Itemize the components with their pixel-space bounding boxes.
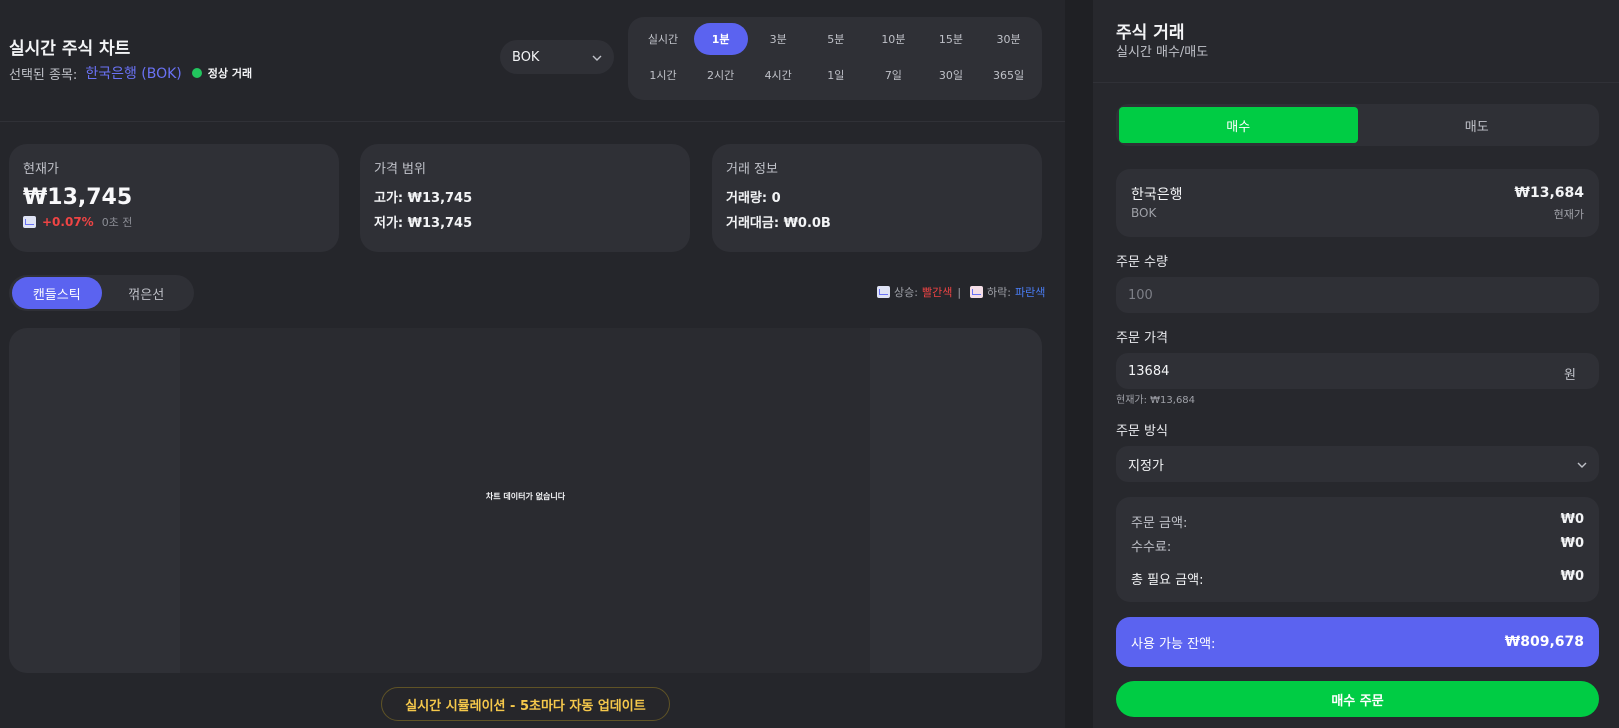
stock-name: 한국은행 bbox=[1131, 187, 1183, 203]
chart-panel: 실시간 주식 차트 선택된 종목: 한국은행 (BOK) 정상 거래 BOK 실… bbox=[0, 0, 1065, 728]
quantity-input[interactable] bbox=[1116, 277, 1599, 313]
timeframe-row-long: 1시간 2시간 4시간 1일 7일 30일 365일 bbox=[636, 59, 1039, 91]
tab-candlestick[interactable]: 캔들스틱 bbox=[12, 277, 102, 309]
trade-info-card: 거래 정보 거래량: 0 거래대금: ₩0.0B bbox=[712, 144, 1042, 252]
stock-current-price-label: 현재가 bbox=[1553, 208, 1584, 221]
timeframe-button[interactable]: 3분 bbox=[751, 23, 805, 55]
available-balance: 사용 가능 잔액: ₩809,678 bbox=[1116, 617, 1599, 667]
timeframe-button[interactable]: 15분 bbox=[924, 23, 978, 55]
current-price-label: 현재가 bbox=[23, 162, 59, 177]
timeframe-selector: 실시간 1분 3분 5분 10분 15분 30분 1시간 2시간 4시간 1일 7일 30일 365일 bbox=[628, 17, 1042, 100]
buy-order-button[interactable]: 매수 주문 bbox=[1116, 681, 1599, 717]
panel-gutter bbox=[1065, 0, 1093, 728]
buy-tab[interactable]: 매수 bbox=[1119, 107, 1358, 143]
price-range-card: 가격 범위 고가: ₩13,745 저가: ₩13,745 bbox=[360, 144, 690, 252]
chevron-down-icon bbox=[1577, 457, 1587, 472]
timeframe-button[interactable]: 1일 bbox=[809, 59, 863, 91]
chevron-down-icon bbox=[592, 50, 602, 65]
legend-down-label: 하락: bbox=[987, 286, 1011, 299]
high-price: 고가: ₩13,745 bbox=[374, 191, 473, 206]
timeframe-button[interactable]: 30분 bbox=[982, 23, 1036, 55]
price-updated-time: 0초 전 bbox=[101, 216, 133, 229]
order-method-select[interactable]: 지정가 bbox=[1116, 446, 1599, 482]
low-price: 저가: ₩13,745 bbox=[374, 216, 473, 231]
balance-value: ₩809,678 bbox=[1504, 634, 1584, 650]
chart-canvas[interactable]: 차트 데이터가 없습니다 bbox=[9, 328, 1042, 673]
total-row: 총 필요 금액: ₩0 bbox=[1131, 569, 1584, 588]
total-label: 총 필요 금액: bbox=[1131, 573, 1204, 588]
order-amount-label: 주문 금액: bbox=[1131, 516, 1188, 531]
color-legend: 상승: 빨간색 | 하락: 파란색 bbox=[877, 284, 1045, 300]
current-price-value: ₩13,745 bbox=[23, 185, 133, 210]
timeframe-button[interactable]: 2시간 bbox=[694, 59, 748, 91]
current-price-card: 현재가 ₩13,745 +0.07% 0초 전 bbox=[9, 144, 339, 252]
timeframe-button[interactable]: 1시간 bbox=[636, 59, 690, 91]
order-amount-row: 주문 금액: ₩0 bbox=[1131, 512, 1584, 531]
fee-label: 수수료: bbox=[1131, 540, 1172, 555]
selected-stock-row: 선택된 종목: 한국은행 (BOK) 정상 거래 bbox=[9, 63, 252, 83]
order-method-label: 주문 방식 bbox=[1116, 424, 1168, 439]
timeframe-button[interactable]: 1분 bbox=[693, 23, 748, 55]
simulation-badge: 실시간 시뮬레이션 - 5초마다 자동 업데이트 bbox=[381, 687, 670, 721]
trade-panel-divider bbox=[1093, 82, 1619, 83]
price-range-label: 가격 범위 bbox=[374, 162, 426, 177]
currency-suffix: 원 bbox=[1564, 368, 1576, 383]
current-price-hint: 현재가: ₩13,684 bbox=[1116, 395, 1196, 406]
chart-down-icon bbox=[970, 286, 984, 298]
app-root: 실시간 주식 차트 선택된 종목: 한국은행 (BOK) 정상 거래 BOK 실… bbox=[0, 0, 1619, 728]
header-divider bbox=[0, 121, 1065, 122]
selected-stock-name: 한국은행 (BOK) bbox=[85, 66, 182, 82]
buy-sell-toggle: 매수 매도 bbox=[1116, 104, 1599, 146]
order-summary: 주문 금액: ₩0 수수료: ₩0 총 필요 금액: ₩0 bbox=[1116, 497, 1599, 602]
stock-code: BOK bbox=[1131, 206, 1157, 220]
tab-line[interactable]: 꺾은선 bbox=[102, 277, 192, 309]
chart-trend-icon bbox=[23, 216, 36, 228]
page-title: 실시간 주식 차트 bbox=[9, 39, 131, 59]
sell-tab[interactable]: 매도 bbox=[1358, 107, 1597, 143]
timeframe-button[interactable]: 4시간 bbox=[751, 59, 805, 91]
order-method-value: 지정가 bbox=[1128, 458, 1164, 474]
trade-panel-subtitle: 실시간 매수/매도 bbox=[1116, 45, 1209, 60]
legend-down-color: 파란색 bbox=[1015, 286, 1046, 299]
quantity-label: 주문 수량 bbox=[1116, 255, 1168, 270]
market-status-text: 정상 거래 bbox=[207, 67, 253, 80]
fee-value: ₩0 bbox=[1560, 536, 1584, 551]
trade-amount: 거래대금: ₩0.0B bbox=[726, 216, 831, 231]
fee-row: 수수료: ₩0 bbox=[1131, 536, 1584, 555]
status-dot-icon bbox=[191, 68, 202, 78]
price-change-row: +0.07% 0초 전 bbox=[23, 214, 325, 230]
chart-type-tabs: 캔들스틱 꺾은선 bbox=[9, 275, 194, 311]
stock-info-card: 한국은행 BOK ₩13,684 현재가 bbox=[1116, 169, 1599, 237]
chart-up-icon bbox=[877, 286, 890, 298]
trade-volume: 거래량: 0 bbox=[726, 191, 781, 206]
symbol-select-value: BOK bbox=[512, 49, 540, 65]
legend-up-label: 상승: bbox=[894, 286, 918, 299]
order-price-input[interactable] bbox=[1116, 353, 1599, 389]
order-price-label: 주문 가격 bbox=[1116, 331, 1168, 346]
symbol-select[interactable]: BOK bbox=[500, 40, 614, 74]
balance-label: 사용 가능 잔액: bbox=[1131, 636, 1216, 652]
price-change-percent: +0.07% bbox=[42, 215, 94, 229]
legend-up-color: 빨간색 bbox=[921, 286, 953, 299]
selected-stock-label: 선택된 종목: bbox=[9, 67, 78, 83]
total-value: ₩0 bbox=[1560, 569, 1584, 584]
timeframe-button[interactable]: 실시간 bbox=[636, 23, 690, 55]
chart-empty-message: 차트 데이터가 없습니다 bbox=[485, 492, 566, 501]
stock-current-price: ₩13,684 bbox=[1514, 185, 1584, 201]
trade-info-label: 거래 정보 bbox=[726, 162, 778, 177]
trade-panel: 주식 거래 실시간 매수/매도 매수 매도 한국은행 BOK ₩13,684 현… bbox=[1093, 0, 1619, 728]
timeframe-button[interactable]: 5분 bbox=[809, 23, 863, 55]
order-amount-value: ₩0 bbox=[1560, 512, 1584, 527]
timeframe-row-short: 실시간 1분 3분 5분 10분 15분 30분 bbox=[636, 23, 1039, 55]
timeframe-button[interactable]: 7일 bbox=[866, 59, 920, 91]
timeframe-button[interactable]: 10분 bbox=[866, 23, 920, 55]
trade-panel-title: 주식 거래 bbox=[1116, 23, 1185, 43]
timeframe-button[interactable]: 30일 bbox=[924, 59, 978, 91]
legend-separator: | bbox=[957, 285, 962, 299]
timeframe-button[interactable]: 365일 bbox=[982, 59, 1036, 91]
